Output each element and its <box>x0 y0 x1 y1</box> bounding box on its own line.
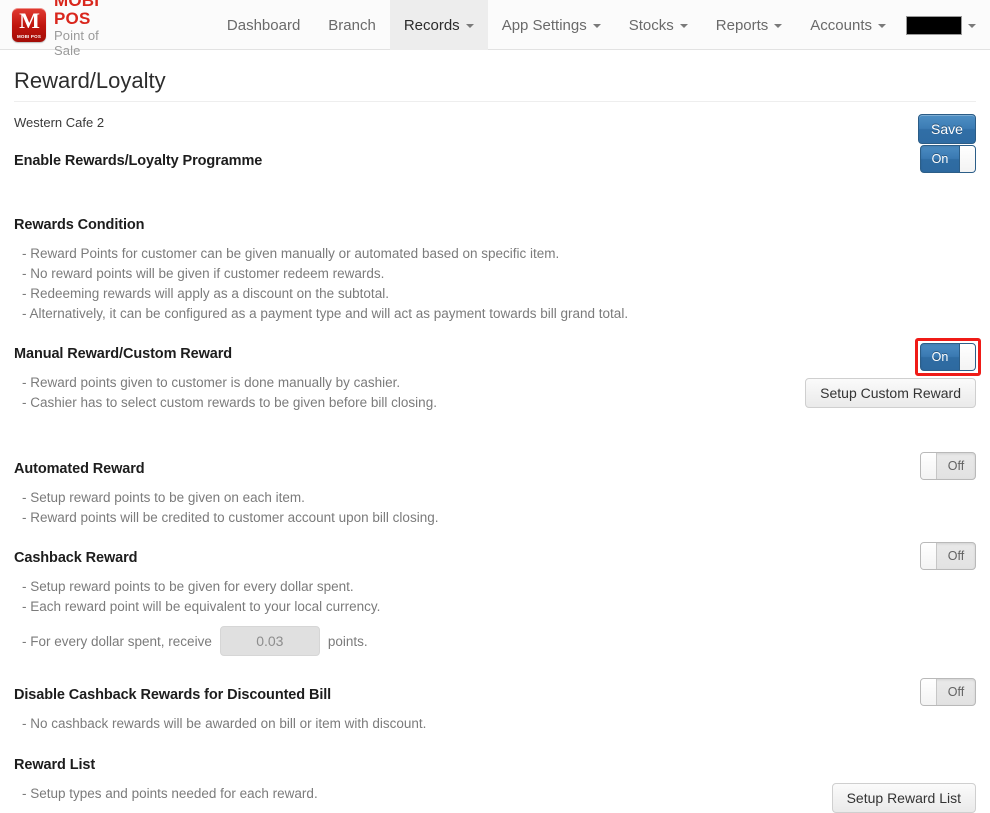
chevron-down-icon <box>592 24 601 28</box>
section-title-enable-rewards: Enable Rewards/Loyalty Programme <box>14 153 263 169</box>
redacted-account-name <box>906 15 962 35</box>
nav-item-accounts[interactable]: Accounts <box>796 0 900 50</box>
section-enable-rewards: Enable Rewards/Loyalty Programme On <box>14 145 976 181</box>
list-item: - Redeeming rewards will apply as a disc… <box>22 286 389 301</box>
bullet-list-disable-cashback-discounted: - No cashback rewards will be awarded on… <box>14 714 976 734</box>
list-item: - Setup reward points to be given for ev… <box>22 579 354 594</box>
nav-item-dashboard[interactable]: Dashboard <box>213 0 314 50</box>
chevron-down-icon <box>774 24 783 28</box>
section-manual-reward: Manual Reward/Custom Reward On - Reward … <box>14 338 981 413</box>
logo-mark-subtext: MOBI POS <box>16 34 42 39</box>
cashback-rate-prefix-label: - For every dollar spent, receive <box>22 633 212 649</box>
list-item: - Setup reward points to be given on eac… <box>22 490 305 505</box>
chevron-down-icon <box>878 24 886 28</box>
chevron-down-icon <box>465 24 474 28</box>
nav-item-label: Reports <box>715 16 769 34</box>
section-title-disable-cashback-discounted: Disable Cashback Rewards for Discounted … <box>14 687 332 703</box>
toggle-knob <box>959 146 975 172</box>
list-item: - Reward Points for customer can be give… <box>22 246 560 261</box>
toggle-knob <box>959 344 975 370</box>
section-title-reward-list: Reward List <box>14 757 96 773</box>
mobi-pos-logo-icon: M MOBI POS <box>12 8 46 42</box>
page-title: Reward/Loyalty <box>14 68 166 93</box>
list-item: - Reward points will be credited to cust… <box>22 510 439 525</box>
list-item: - Alternatively, it can be configured as… <box>22 306 629 321</box>
cashback-rate-input[interactable] <box>219 626 320 656</box>
nav-item-label: Dashboard <box>226 16 301 34</box>
logo-letter: M <box>19 8 40 33</box>
section-reward-list: Reward List - Setup types and points nee… <box>14 757 976 813</box>
setup-custom-reward-button[interactable]: Setup Custom Reward <box>805 378 976 408</box>
nav-item-account-menu[interactable] <box>900 0 990 50</box>
list-item: - No reward points will be given if cust… <box>22 266 385 281</box>
toggle-cashback-reward[interactable]: Off <box>920 542 976 570</box>
nav-items: Dashboard Branch Records App Settings St… <box>213 0 990 50</box>
cashback-rate-suffix-label: points. <box>327 633 368 649</box>
list-item: - Each reward point will be equivalent t… <box>22 599 381 614</box>
nav-item-reports[interactable]: Reports <box>702 0 797 50</box>
nav-item-label: Records <box>403 16 460 34</box>
bullet-list-automated-reward: - Setup reward points to be given on eac… <box>14 488 976 528</box>
section-title-rewards-condition: Rewards Condition <box>14 217 145 233</box>
toggle-label: On <box>931 152 949 166</box>
nav-item-records[interactable]: Records <box>389 0 488 50</box>
toggle-label: Off <box>947 459 965 473</box>
chevron-down-icon <box>679 24 688 28</box>
page-content: Western Cafe 2 Enable Rewards/Loyalty Pr… <box>0 102 990 813</box>
bullet-list-rewards-condition: - Reward Points for customer can be give… <box>14 244 976 324</box>
toggle-knob <box>921 543 937 569</box>
section-title-automated-reward: Automated Reward <box>14 461 145 477</box>
toggle-label: Off <box>947 549 965 563</box>
section-rewards-condition: Rewards Condition - Reward Points for cu… <box>14 217 976 324</box>
nav-item-branch[interactable]: Branch <box>314 0 390 50</box>
toggle-manual-reward[interactable]: On <box>920 343 976 371</box>
top-navbar: M MOBI POS MOBI POS Point of Sale Dashbo… <box>0 0 990 58</box>
nav-item-label: Branch <box>328 16 376 34</box>
section-cashback-reward: Cashback Reward Off - Setup reward point… <box>14 542 976 656</box>
nav-item-app-settings[interactable]: App Settings <box>488 0 615 50</box>
section-automated-reward: Automated Reward Off - Setup reward poin… <box>14 452 976 528</box>
nav-item-label: Accounts <box>810 16 872 34</box>
chevron-down-icon <box>968 24 976 28</box>
nav-item-stocks[interactable]: Stocks <box>615 0 702 50</box>
branch-name: Western Cafe 2 <box>14 115 105 130</box>
section-title-manual-reward: Manual Reward/Custom Reward <box>14 346 233 362</box>
bullet-list-cashback-reward: - Setup reward points to be given for ev… <box>14 577 976 617</box>
list-item: - No cashback rewards will be awarded on… <box>22 716 427 731</box>
toggle-knob <box>921 679 937 705</box>
toggle-label: On <box>931 350 949 364</box>
toggle-label: Off <box>947 685 965 699</box>
toggle-knob <box>921 453 937 479</box>
cashback-rate-row: - For every dollar spent, receive points… <box>14 626 976 656</box>
brand-title: MOBI POS <box>54 0 100 28</box>
setup-reward-list-button[interactable]: Setup Reward List <box>831 783 976 813</box>
section-title-cashback-reward: Cashback Reward <box>14 550 138 566</box>
toggle-automated-reward[interactable]: Off <box>920 452 976 480</box>
brand-logo[interactable]: M MOBI POS MOBI POS Point of Sale <box>0 0 116 58</box>
toggle-enable-rewards[interactable]: On <box>920 145 976 173</box>
nav-item-label: App Settings <box>501 16 587 34</box>
toggle-disable-cashback-discounted[interactable]: Off <box>920 678 976 706</box>
page-header: Reward/Loyalty Save <box>0 50 990 144</box>
section-disable-cashback-discounted: Disable Cashback Rewards for Discounted … <box>14 678 976 734</box>
nav-item-label: Stocks <box>628 16 674 34</box>
